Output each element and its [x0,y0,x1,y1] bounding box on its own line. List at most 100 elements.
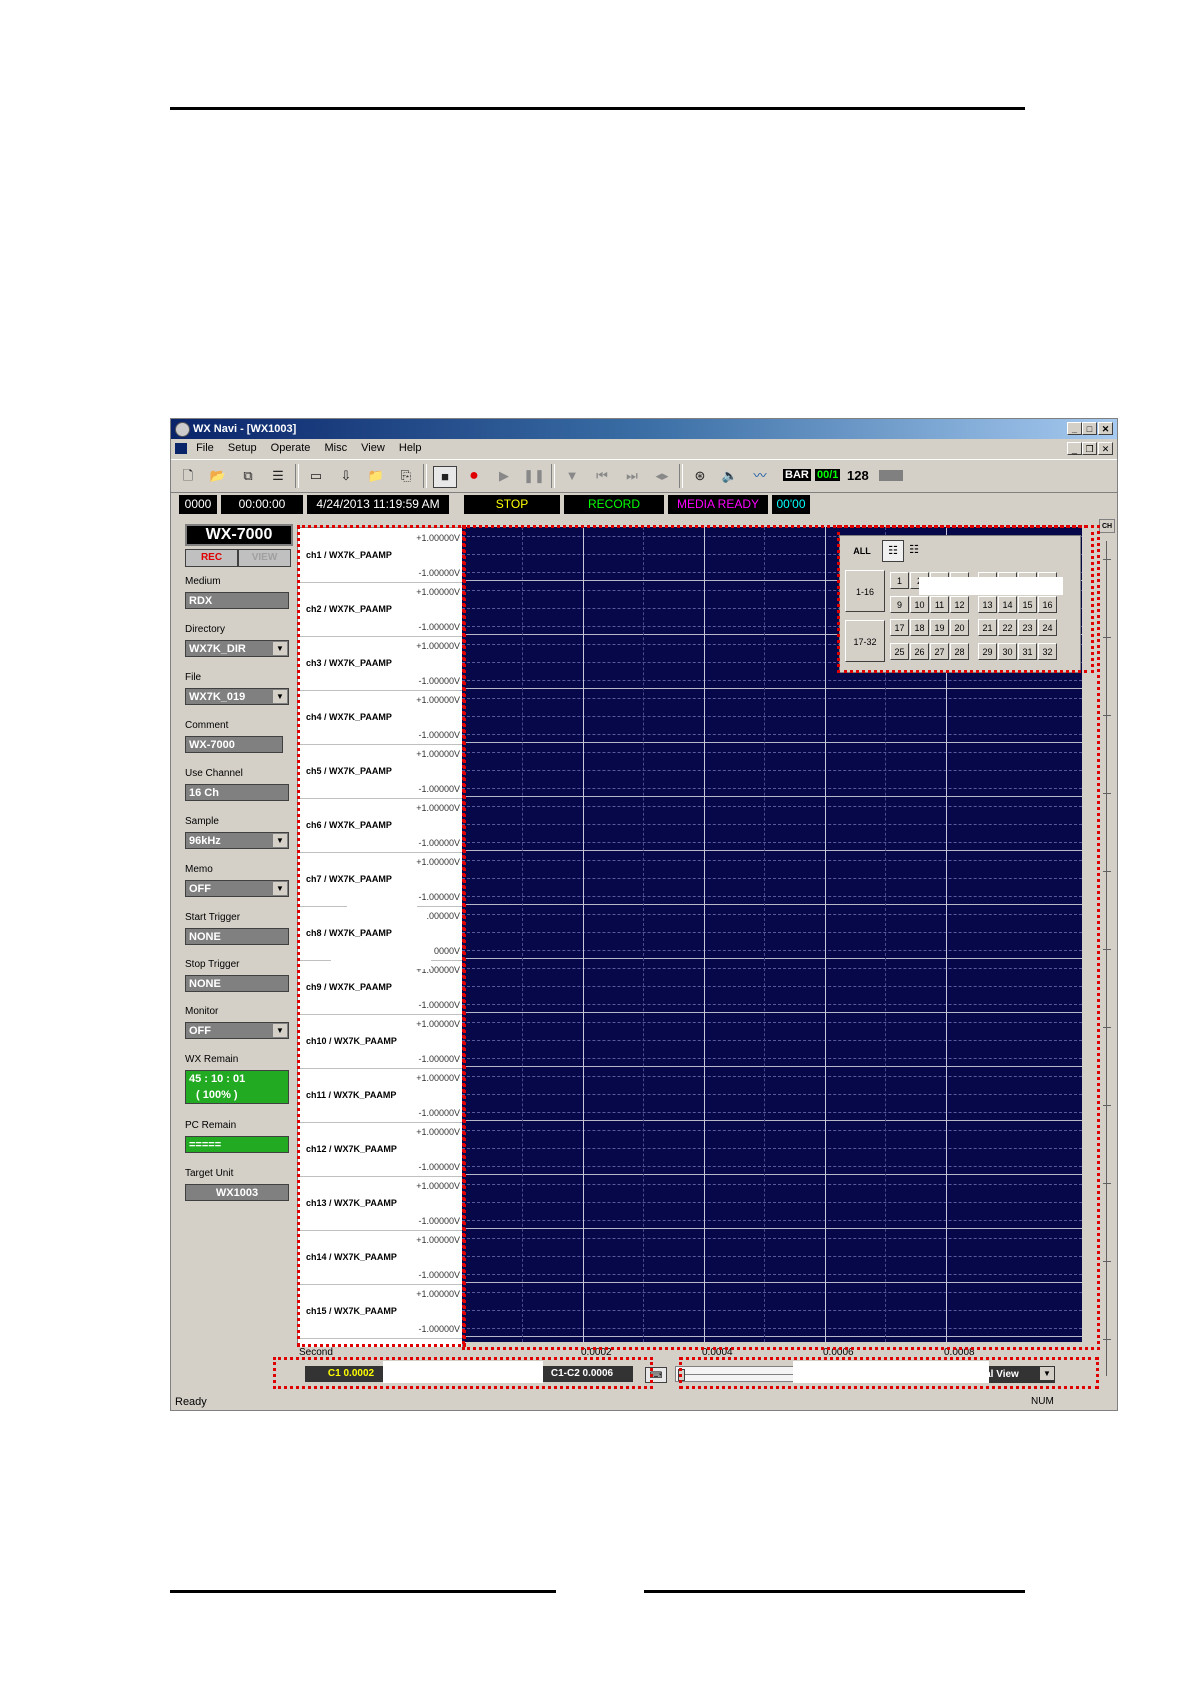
comment-label: Comment [185,720,229,731]
record-icon[interactable]: ● [463,466,485,486]
monitor-label: Monitor [185,1006,219,1017]
wx-remain-percent: ( 100% ) [196,1089,238,1101]
wx-remain-display: 45 : 10 : 01 ( 100% ) [185,1070,289,1104]
footer-rule-right [644,1590,1025,1593]
annotation-channel-selector [837,525,1094,673]
file-value: WX7K_019 [189,691,246,703]
app-window: WX Navi - [WX1003] _ □ ✕ File Setup Oper… [170,418,1118,1411]
menu-operate[interactable]: Operate [271,442,311,454]
list-icon[interactable]: ☰ [267,466,289,486]
monitor-value: OFF [189,1025,211,1037]
network-icon[interactable]: ⊛ [689,466,711,486]
right-scale: CH [1099,519,1115,1384]
sample-select[interactable]: 96kHz ▼ [185,832,289,849]
fast-forward-icon[interactable]: ⏭ [621,466,643,486]
scale-tick [1103,559,1111,560]
bar-badge: BAR [783,469,811,481]
rec-button[interactable]: REC [185,549,238,567]
stop-trigger-field[interactable]: NONE [185,975,289,992]
menu-help[interactable]: Help [399,442,422,454]
media-time: 00'00 [772,495,810,514]
scale-tick [1103,793,1111,794]
status-text: Ready [175,1396,207,1408]
scale-tick [1103,1261,1111,1262]
shuttle-icon[interactable]: ◂▸ [651,466,673,486]
import-icon[interactable]: ⇩ [335,466,357,486]
close-button[interactable]: ✕ [1098,422,1113,435]
speaker-icon[interactable]: 🔈 [719,466,741,486]
scale-tick [1103,715,1111,716]
toolbar-separator [295,464,299,488]
use-channel-value: 16 Ch [189,787,219,799]
file-label: File [185,672,202,683]
menu-setup[interactable]: Setup [228,442,257,454]
target-unit-label: Target Unit [185,1168,234,1179]
medium-label: Medium [185,576,221,587]
directory-select[interactable]: WX7K_DIR ▼ [185,640,289,657]
folder-export-icon[interactable]: 📁 [365,466,387,486]
sample-value: 96kHz [189,835,221,847]
memo-value: OFF [189,883,211,895]
child-close-button[interactable]: ✕ [1098,442,1113,455]
scale-tick [1103,1027,1111,1028]
monitor-select[interactable]: OFF ▼ [185,1022,289,1039]
pause-icon[interactable]: ❚❚ [523,466,545,486]
stop-trigger-value: NONE [189,978,221,990]
copy-icon[interactable]: ⧉ [237,466,259,486]
chevron-down-icon[interactable]: ▼ [273,642,287,655]
pages-icon[interactable]: ⎘ [395,466,417,486]
annotation-cursor-readouts [273,1357,653,1389]
ch-label: CH [1099,519,1115,533]
comment-field[interactable]: WX-7000 [185,736,283,753]
num-indicator: NUM [1031,1396,1054,1407]
open-folder-icon[interactable]: 📂 [207,466,229,486]
wx-remain-time: 45 : 10 : 01 [189,1073,246,1085]
child-minimize-button[interactable]: _ [1067,442,1082,455]
child-restore-button[interactable]: ❐ [1082,442,1097,455]
marker-icon[interactable]: ▼ [561,466,583,486]
view-button[interactable]: VIEW [238,549,291,567]
pc-remain-label: PC Remain [185,1120,237,1131]
memo-select[interactable]: OFF ▼ [185,880,289,897]
left-panel: WX-7000 REC VIEW Medium RDX Directory WX… [173,517,293,1389]
use-channel-label: Use Channel [185,768,243,779]
scale-tick [1103,637,1111,638]
datetime-display: 4/24/2013 11:19:59 AM [307,495,449,514]
wx-remain-label: WX Remain [185,1054,239,1065]
use-channel-field: 16 Ch [185,784,289,801]
start-trigger-field[interactable]: NONE [185,928,289,945]
toolbar-separator [679,464,683,488]
memo-label: Memo [185,864,213,875]
target-unit-field[interactable]: WX1003 [185,1184,289,1201]
medium-value: RDX [189,595,213,607]
pc-remain-display: ===== [185,1136,289,1153]
screen-icon[interactable]: ▭ [305,466,327,486]
chevron-down-icon[interactable]: ▼ [273,834,287,847]
stop-icon[interactable]: ■ [433,466,457,488]
time-display: 00:00:00 [221,495,303,514]
record-count-badge: 00/1 [815,469,841,481]
rewind-icon[interactable]: ⏮ [591,466,613,486]
chevron-down-icon[interactable]: ▼ [273,1024,287,1037]
chevron-down-icon[interactable]: ▼ [273,882,287,895]
stop-trigger-label: Stop Trigger [185,959,240,970]
counter-display: 0000 [179,495,217,514]
menu-file[interactable]: File [196,442,214,454]
file-select[interactable]: WX7K_019 ▼ [185,688,289,705]
medium-field: RDX [185,592,289,609]
directory-label: Directory [185,624,226,635]
scale-tick [1103,871,1111,872]
menu-misc[interactable]: Misc [324,442,347,454]
toolbar-separator [551,464,555,488]
new-icon[interactable]: 🗋 [177,466,199,486]
menu-view[interactable]: View [361,442,385,454]
chevron-down-icon[interactable]: ▼ [273,690,287,703]
maximize-button[interactable]: □ [1082,422,1097,435]
minimize-button[interactable]: _ [1067,422,1082,435]
header-rule [170,107,1025,110]
directory-value: WX7K_DIR [189,643,246,655]
play-icon[interactable]: ▶ [493,466,515,486]
waveform-icon[interactable]: 〰 [749,466,771,486]
scale-track[interactable] [1106,541,1107,1376]
level-indicator [879,470,903,481]
